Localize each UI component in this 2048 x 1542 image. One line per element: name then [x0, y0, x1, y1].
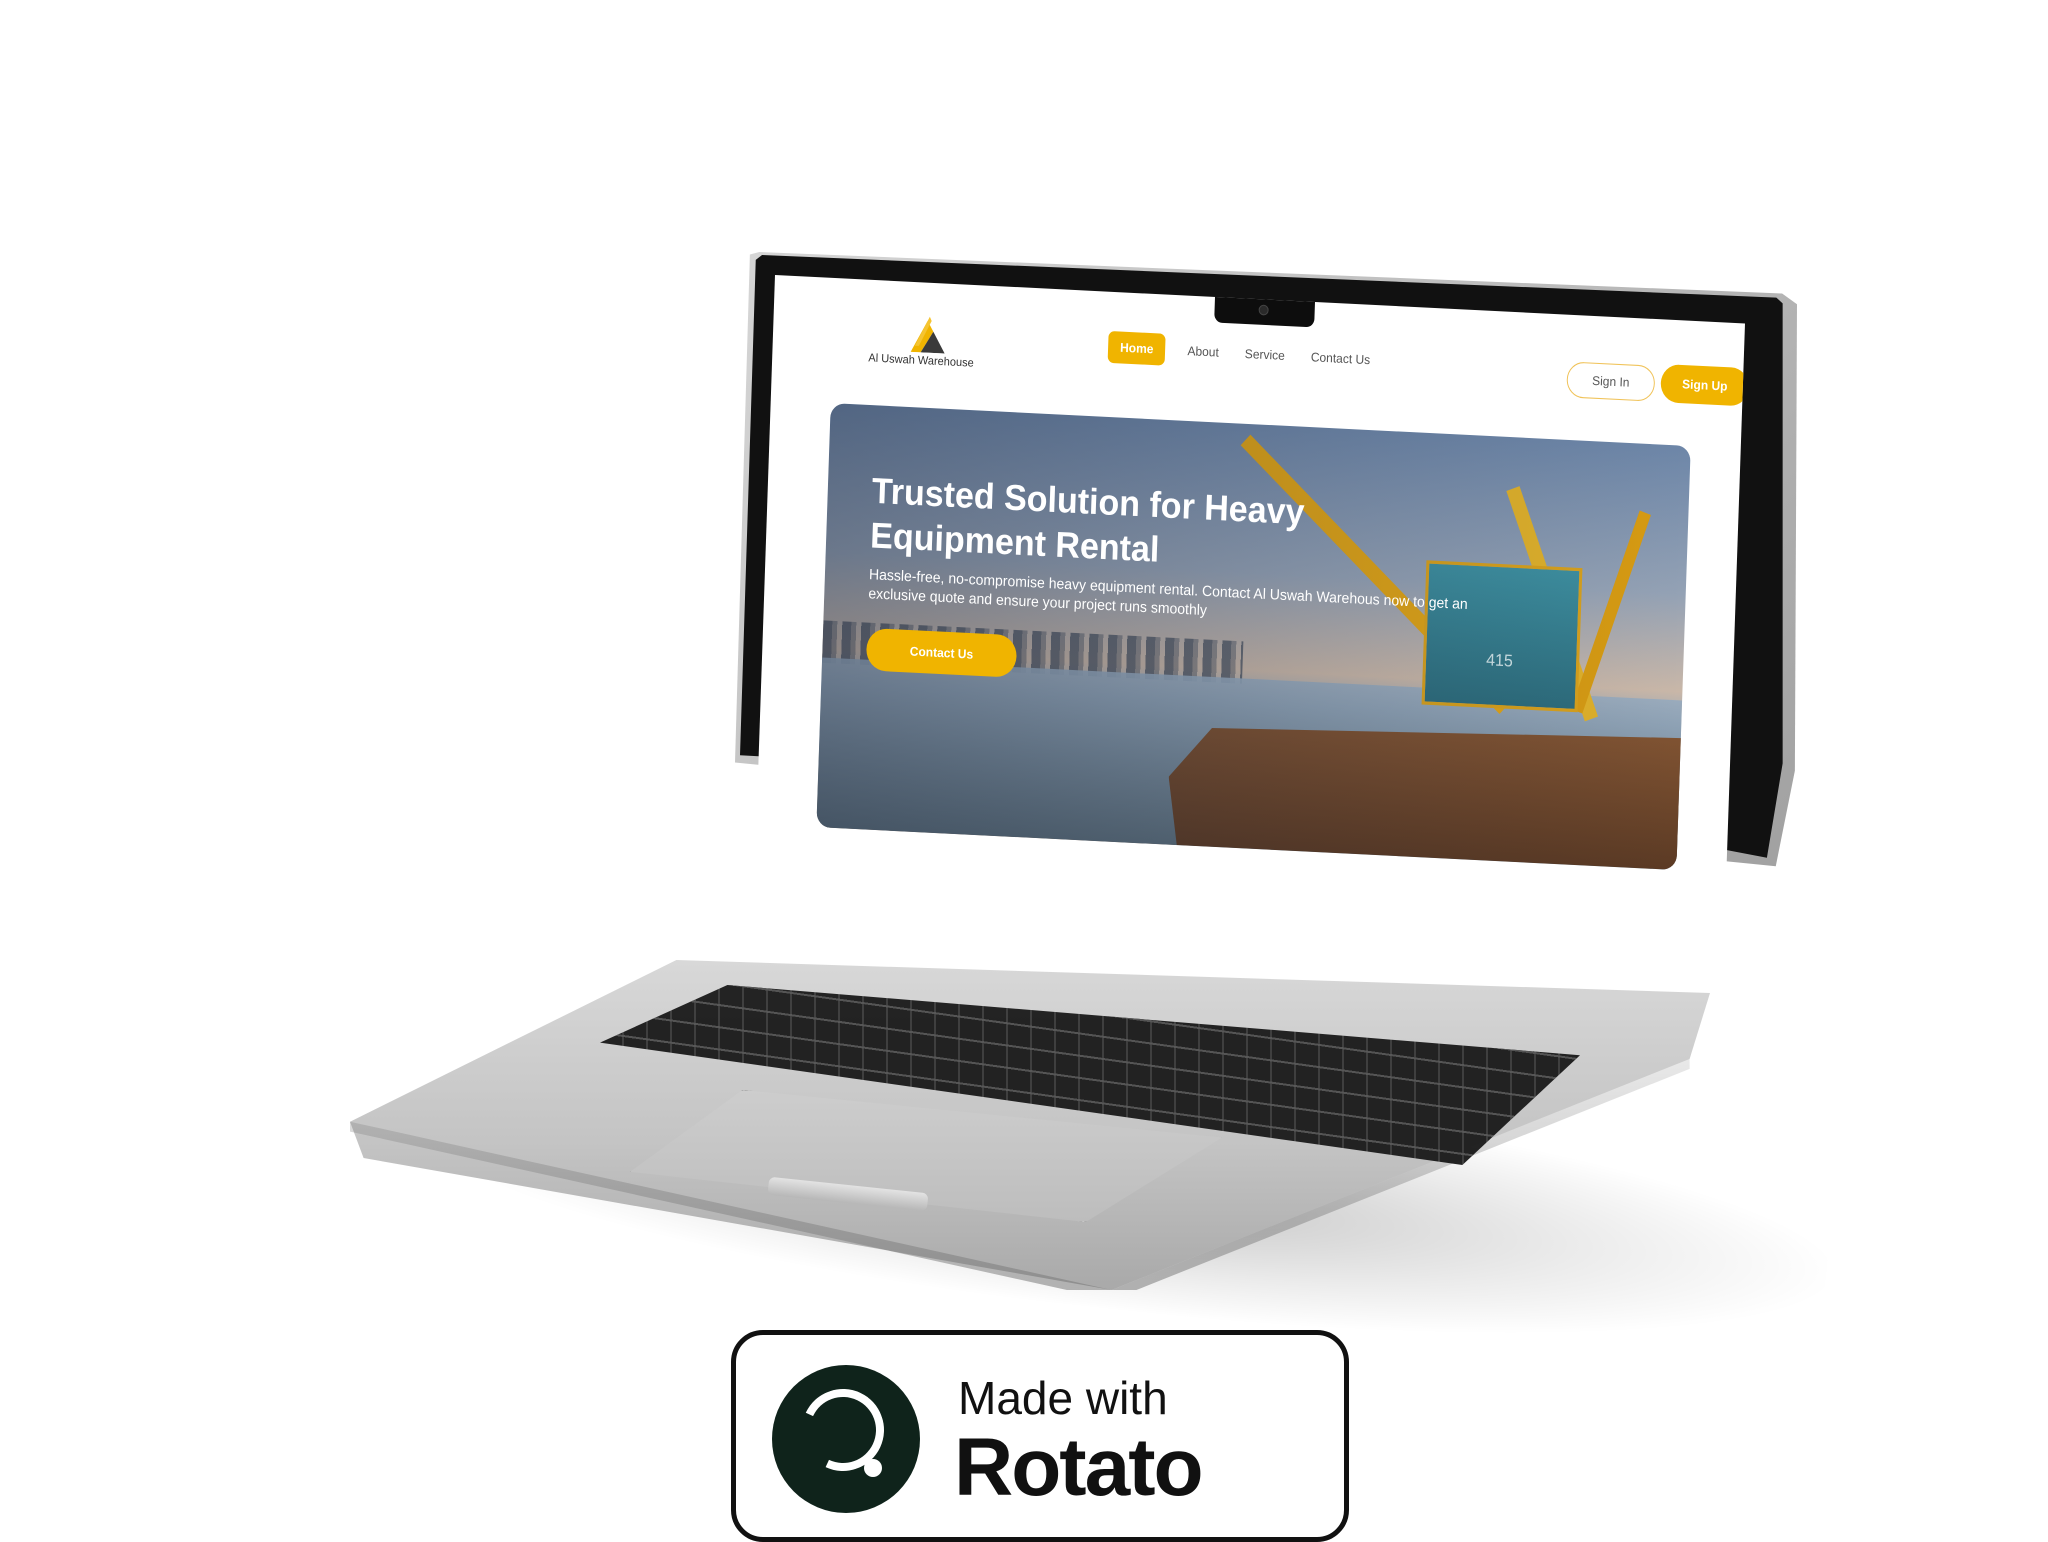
nav-link-contact[interactable]: Contact Us	[1306, 343, 1374, 374]
brand-name: Al Uswah Warehouse	[868, 351, 974, 370]
hero-contact-button[interactable]: Contact Us	[865, 627, 1018, 678]
hero-banner: 415 Trusted Solution for Heavy Equipment…	[816, 403, 1691, 871]
nav-link-service[interactable]: Service	[1240, 340, 1289, 370]
laptop-screen: Al Uswah Warehouse Home About Service Co…	[752, 275, 1745, 981]
nav-links: Home About Service Contact Us	[1107, 330, 1375, 377]
sign-up-button[interactable]: Sign Up	[1660, 363, 1745, 407]
nav-link-about[interactable]: About	[1183, 337, 1223, 367]
rotato-logo-icon	[772, 1365, 920, 1513]
sign-in-button[interactable]: Sign In	[1566, 361, 1656, 402]
rotato-dot-icon	[864, 1459, 882, 1477]
nav-link-home[interactable]: Home	[1107, 330, 1167, 366]
mockup-stage: Al Uswah Warehouse Home About Service Co…	[0, 0, 2048, 1542]
badge-line-2: Rotato	[954, 1422, 1204, 1513]
badge-line-1: Made with	[958, 1372, 1168, 1424]
site-navbar: Al Uswah Warehouse Home About Service Co…	[771, 275, 1745, 430]
triangle-peak-logo-icon	[910, 316, 945, 354]
brand-logo[interactable]: Al Uswah Warehouse	[868, 312, 980, 371]
made-with-rotato-badge[interactable]: Made with Rotato	[731, 1330, 1349, 1542]
screen-wrap: Al Uswah Warehouse Home About Service Co…	[0, 0, 2048, 1536]
